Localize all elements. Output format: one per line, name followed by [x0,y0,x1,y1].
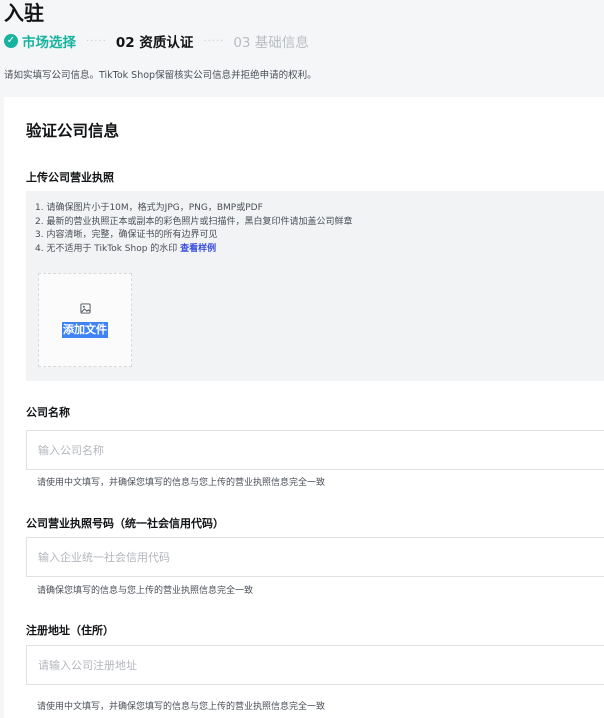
step-qualification: 02 资质认证 [116,31,194,51]
step-separator: ····· [86,35,107,47]
rule-item: 2. 最新的营业执照正本或副本的彩色照片或扫描件，黑白复印件请加盖公司鲜章 [35,216,353,227]
upload-rules: 1. 请确保图片小于10M，格式为JPG，PNG，BMP或PDF 2. 最新的营… [26,191,604,256]
step-label: 03 基础信息 [233,35,309,51]
step-separator: ····· [203,35,225,47]
step-market-selection[interactable]: ✓ 市场选择 [4,31,76,51]
intro-text: 请如实填写公司信息。TikTok Shop保留核实公司信息并拒绝申请的权利。 [4,70,317,81]
page-title: 入驻 [4,1,44,25]
stepper: ✓ 市场选择 ····· 02 资质认证 ····· 03 基础信息 [4,31,309,51]
rule-item: 4. 无不适用于 TikTok Shop 的水印 查看样例 [35,243,604,257]
rule-item: 1. 请确保图片小于10M，格式为JPG，PNG，BMP或PDF [35,203,263,213]
license-number-label: 公司营业执照号码（统一社会信用代码） [26,517,224,530]
page: 入驻 ✓ 市场选择 ····· 02 资质认证 ····· 03 基础信息 请如… [0,0,604,718]
license-upload-area: 1. 请确保图片小于10M，格式为JPG，PNG，BMP或PDF 2. 最新的营… [26,191,604,381]
license-number-input[interactable] [26,537,604,577]
registered-address-input[interactable] [26,645,604,685]
company-name-input[interactable] [26,430,604,470]
view-sample-link[interactable]: 查看样例 [180,244,216,254]
license-upload-label: 上传公司营业执照 [26,171,114,184]
step-label: 市场选择 [22,35,76,51]
add-file-label: 添加文件 [62,321,108,338]
step-basic-info: 03 基础信息 [233,31,308,51]
company-name-label: 公司名称 [26,406,70,419]
step-label: 02 资质认证 [115,35,194,51]
company-info-card: 验证公司信息 上传公司营业执照 1. 请确保图片小于10M，格式为JPG，PNG… [4,97,604,718]
rule-item: 3. 内容清晰，完整，确保证书的所有边界可见 [35,230,218,240]
license-number-helper: 请确保您填写的信息与您上传的营业执照信息完全一致 [37,586,254,596]
rule-text: 4. 无不适用于 TikTok Shop 的水印 [35,243,181,254]
card-title: 验证公司信息 [26,122,120,140]
add-file-button[interactable]: 添加文件 [38,273,132,367]
check-circle-icon: ✓ [4,34,18,48]
registered-address-label: 注册地址（住所） [26,624,114,637]
registered-address-helper: 请使用中文填写，并确保您填写的信息与您上传的营业执照信息完全一致 [37,702,326,712]
company-name-helper: 请使用中文填写，并确保您填写的信息与您上传的营业执照信息完全一致 [37,478,326,488]
image-icon [79,302,91,314]
